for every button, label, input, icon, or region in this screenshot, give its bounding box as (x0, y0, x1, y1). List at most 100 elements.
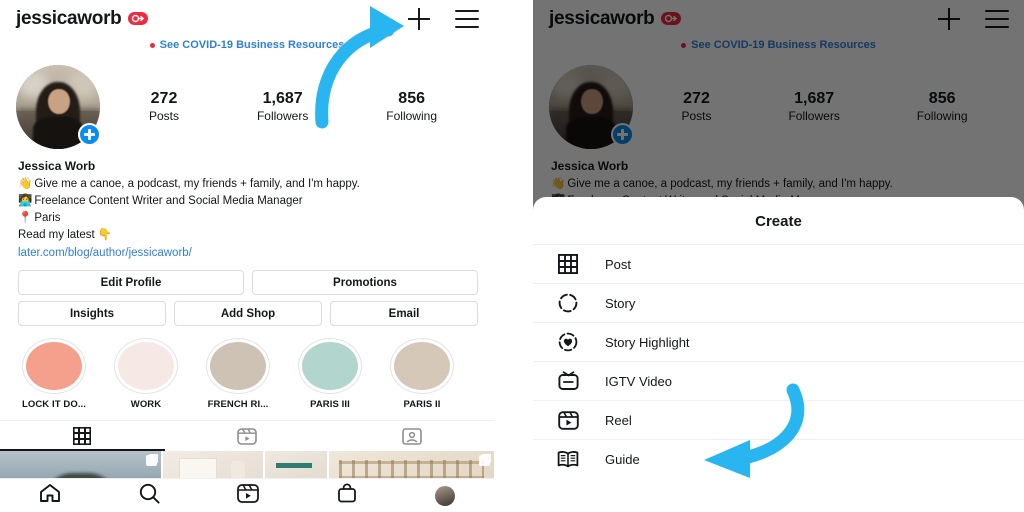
menu-item-label: Post (605, 256, 632, 272)
highlight-ring (390, 338, 454, 395)
bio-text: Freelance Content Writer and Social Medi… (34, 194, 303, 207)
screenshot-stage: jessicaworb See COVID-19 Business Resour… (0, 0, 1024, 512)
covid-banner[interactable]: See COVID-19 Business Resources (0, 36, 494, 57)
menu-item-guide[interactable]: Guide (533, 439, 1024, 478)
grid-tab[interactable] (0, 421, 165, 452)
create-bottom-sheet: Create Post Story Story Highlight IGTV V… (533, 197, 1024, 512)
switch-account-icon[interactable] (128, 11, 149, 25)
nav-profile-avatar[interactable] (435, 485, 456, 506)
highlight-cover (302, 342, 358, 391)
menu-item-label: Story (605, 295, 636, 311)
highlight-label: PARIS III (310, 399, 350, 411)
profile-bio: Jessica Worb 👋Give me a canoe, a podcast… (0, 153, 494, 262)
menu-item-label: Story Highlight (605, 334, 690, 350)
wave-emoji-icon: 👋 (18, 177, 33, 190)
profile-username[interactable]: jessicaworb (16, 8, 122, 30)
stat-value: 272 (150, 90, 178, 108)
stat-value: 856 (398, 90, 425, 108)
menu-item-story[interactable]: Story (533, 283, 1024, 322)
multi-photo-icon (479, 455, 490, 467)
menu-item-post[interactable]: Post (533, 244, 1024, 283)
stat-label: Following (386, 109, 437, 124)
nav-search-button[interactable] (139, 483, 160, 509)
instagram-profile-screen: jessicaworb See COVID-19 Business Resour… (0, 0, 494, 512)
multi-photo-icon (146, 455, 158, 467)
stat-label: Followers (256, 109, 309, 124)
covid-dot-icon (149, 42, 155, 48)
bio-line-2: 👩‍💻Freelance Content Writer and Social M… (18, 193, 478, 210)
story-highlight-heart-icon (555, 332, 581, 352)
profile-tabs (0, 420, 494, 452)
reels-icon (237, 483, 260, 503)
stat-posts[interactable]: 272 Posts (149, 89, 179, 125)
highlight-item[interactable]: FRENCH RI... (196, 338, 280, 410)
bottom-navigation (0, 478, 494, 512)
menu-item-label: Reel (605, 412, 632, 428)
profile-actions-row-1: Edit Profile Promotions (0, 262, 494, 296)
bio-line-3: 📍Paris (18, 210, 478, 227)
highlight-cover (26, 342, 82, 391)
menu-item-label: IGTV Video (605, 373, 672, 389)
bio-text: Give me a canoe, a podcast, my friends +… (34, 177, 360, 190)
tagged-icon (401, 428, 422, 445)
highlight-ring (298, 338, 362, 395)
stat-followers[interactable]: 1,687 Followers (257, 89, 308, 125)
highlight-cover (118, 342, 174, 391)
guide-book-icon (555, 450, 581, 468)
create-plus-button[interactable] (406, 6, 432, 32)
bio-cta-line: Read my latest 👇 (18, 227, 478, 244)
bio-text: Paris (34, 212, 61, 225)
reels-icon (237, 428, 257, 445)
highlight-cover (394, 342, 450, 391)
reel-icon (555, 410, 581, 430)
story-highlights: LOCK IT DO... WORK FRENCH RI... PARIS II… (0, 326, 494, 410)
panel-gap (494, 0, 533, 512)
pin-emoji-icon: 📍 (18, 212, 33, 225)
highlight-ring (114, 338, 178, 395)
stat-following[interactable]: 856 Following (386, 89, 437, 125)
highlight-label: WORK (130, 399, 162, 411)
highlight-cover (210, 342, 266, 391)
bio-link[interactable]: later.com/blog/author/jessicaworb/ (18, 245, 478, 263)
edit-profile-button[interactable]: Edit Profile (18, 270, 244, 296)
bio-line-1: 👋Give me a canoe, a podcast, my friends … (18, 176, 478, 193)
menu-item-story-highlight[interactable]: Story Highlight (533, 322, 1024, 361)
hamburger-menu-icon (455, 10, 479, 28)
grid-icon (555, 254, 581, 274)
add-shop-button[interactable]: Add Shop (174, 301, 322, 327)
highlight-label: PARIS II (403, 399, 441, 411)
reels-tab[interactable] (165, 421, 330, 451)
highlight-ring (22, 338, 86, 395)
menu-item-label: Guide (605, 451, 640, 467)
promotions-button[interactable]: Promotions (252, 270, 478, 296)
menu-item-igtv-video[interactable]: IGTV Video (533, 361, 1024, 400)
story-circle-icon (555, 293, 581, 313)
bio-cta-label: Read my latest (18, 229, 95, 242)
search-icon (139, 483, 160, 504)
tagged-tab[interactable] (329, 421, 494, 451)
plus-icon (408, 8, 430, 30)
create-sheet-title: Create (755, 213, 802, 230)
stat-value: 1,687 (262, 90, 303, 108)
woman-technologist-emoji-icon: 👩‍💻 (18, 194, 33, 207)
email-button[interactable]: Email (330, 301, 478, 327)
highlight-item[interactable]: WORK (104, 338, 188, 410)
nav-reels-button[interactable] (237, 483, 260, 508)
highlight-item[interactable]: PARIS III (288, 338, 372, 410)
insights-button[interactable]: Insights (18, 301, 166, 327)
app-header: jessicaworb (0, 0, 494, 36)
nav-shop-button[interactable] (337, 483, 357, 508)
highlight-ring (206, 338, 270, 395)
highlight-label: FRENCH RI... (207, 399, 269, 411)
grid-icon (73, 427, 92, 446)
highlight-item[interactable]: PARIS II (380, 338, 464, 410)
add-story-plus-icon[interactable] (78, 123, 101, 146)
highlight-label: LOCK IT DO... (21, 399, 87, 411)
profile-stats: 272 Posts 1,687 Followers 856 Following (100, 89, 480, 125)
display-name: Jessica Worb (18, 159, 96, 173)
highlight-item[interactable]: LOCK IT DO... (12, 338, 96, 410)
menu-item-reel[interactable]: Reel (533, 400, 1024, 439)
avatar[interactable] (16, 65, 101, 149)
nav-home-button[interactable] (39, 483, 61, 508)
hamburger-menu-button[interactable] (454, 6, 480, 32)
